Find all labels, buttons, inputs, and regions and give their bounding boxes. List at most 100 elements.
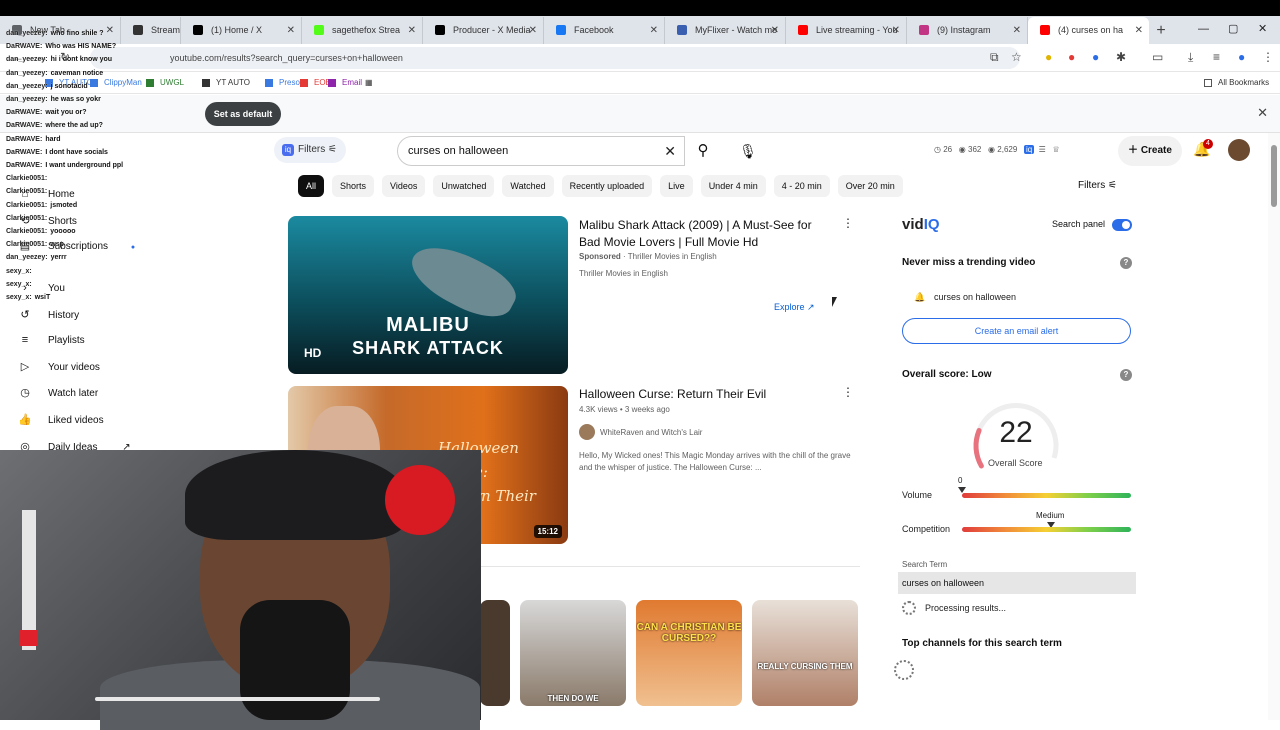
chip-recently-uploaded[interactable]: Recently uploaded: [561, 175, 653, 197]
sidebar-item-history[interactable]: ↺ History: [18, 308, 79, 321]
address-bar[interactable]: youtube.com/results?search_query=curses+…: [90, 47, 1020, 69]
tab-4[interactable]: Producer - X Media ✕: [423, 17, 544, 44]
search-icon[interactable]: ⚲: [685, 136, 721, 166]
close-icon[interactable]: ✕: [771, 17, 779, 44]
chip-videos[interactable]: Videos: [382, 175, 426, 197]
back-icon[interactable]: ←: [12, 50, 24, 64]
video-title[interactable]: Malibu Shark Attack (2009) | A Must-See …: [579, 217, 812, 251]
close-icon[interactable]: ✕: [287, 17, 295, 44]
trophy-icon[interactable]: ♕: [1053, 145, 1060, 154]
short-thumbnail[interactable]: REALLY CURSING THEM: [752, 600, 858, 706]
sidebar-item-home[interactable]: ⌂ Home: [18, 188, 75, 200]
clock-icon: ◷: [20, 387, 30, 399]
microphone-icon[interactable]: 🎙: [735, 138, 761, 164]
bookmark-item[interactable]: Preso: [265, 78, 300, 87]
more-options-icon[interactable]: ⋮: [842, 216, 854, 230]
create-email-alert-button[interactable]: Create an email alert: [902, 318, 1131, 344]
bookmark-star-icon[interactable]: ☆: [1011, 50, 1022, 64]
search-input[interactable]: curses on halloween ✕: [397, 136, 685, 166]
bookmark-item[interactable]: YT AUTO: [45, 78, 93, 87]
scrollbar-thumb[interactable]: [1271, 145, 1277, 207]
extensions-puzzle-icon[interactable]: ✱: [1116, 50, 1126, 64]
chip-over-20-min[interactable]: Over 20 min: [837, 175, 903, 197]
close-icon[interactable]: ✕: [1257, 105, 1268, 121]
tab-5[interactable]: Facebook ✕: [544, 17, 665, 44]
tab-0[interactable]: New Tab ✕: [0, 17, 121, 44]
explore-button[interactable]: Explore ↗: [774, 302, 815, 313]
channel-name[interactable]: Thriller Movies in English: [579, 269, 668, 278]
close-icon[interactable]: ✕: [106, 17, 114, 44]
forward-icon[interactable]: →: [36, 50, 48, 64]
tab-7[interactable]: Live streaming - You ✕: [786, 17, 907, 44]
filters-button[interactable]: Filters ⚟: [1078, 180, 1117, 191]
set-as-default-button[interactable]: Set as default: [205, 102, 281, 126]
vidiq-icon[interactable]: iq: [1023, 145, 1035, 154]
close-icon[interactable]: ✕: [892, 17, 900, 44]
video-thumbnail[interactable]: MALIBU SHARK ATTACK HD: [288, 216, 568, 374]
sidebar-item-shorts[interactable]: ⟲ Shorts: [18, 214, 77, 227]
chip-all[interactable]: All: [298, 175, 325, 197]
tab-3[interactable]: sagethefox Strea ✕: [302, 17, 423, 44]
list-icon[interactable]: ☰: [1039, 145, 1046, 154]
close-window-icon[interactable]: ✕: [1258, 16, 1267, 43]
close-icon[interactable]: ✕: [408, 17, 416, 44]
chip-watched[interactable]: Watched: [502, 175, 554, 197]
minimize-icon[interactable]: —: [1198, 16, 1209, 43]
clear-search-icon[interactable]: ✕: [664, 137, 676, 165]
short-thumbnail[interactable]: CAN A CHRISTIAN BE CURSED??: [636, 600, 742, 706]
chip-live[interactable]: Live: [660, 175, 693, 197]
sidebar-item-watch-later[interactable]: ◷ Watch later: [18, 386, 98, 399]
side-panel-icon[interactable]: ▭: [1152, 50, 1163, 64]
help-icon[interactable]: ?: [1120, 369, 1132, 381]
download-icon[interactable]: ⤓: [1188, 50, 1193, 65]
close-icon[interactable]: ✕: [650, 17, 658, 44]
bookmark-item[interactable]: ClippyMan: [90, 78, 142, 87]
help-icon[interactable]: ?: [1120, 257, 1132, 269]
create-button[interactable]: ＋ Create: [1118, 136, 1182, 166]
tab-8[interactable]: (9) Instagram ✕: [907, 17, 1028, 44]
extension-icon[interactable]: ●: [1092, 50, 1099, 64]
bookmark-item[interactable]: UWGL: [146, 78, 184, 87]
sidebar-item-your-videos[interactable]: ▷ Your videos: [18, 360, 100, 373]
close-icon[interactable]: ✕: [1135, 17, 1143, 44]
chip-4-20-min[interactable]: 4 - 20 min: [773, 175, 830, 197]
bookmark-item[interactable]: Email: [328, 78, 362, 87]
all-bookmarks[interactable]: All Bookmarks: [1204, 78, 1269, 87]
maximize-icon[interactable]: ▢: [1228, 16, 1238, 43]
reload-icon[interactable]: ↻: [60, 50, 70, 64]
short-thumbnail[interactable]: THEN DO WE: [520, 600, 626, 706]
install-app-icon[interactable]: ⧉: [990, 50, 999, 65]
extension-icon[interactable]: ●: [1068, 50, 1075, 64]
new-tab-button[interactable]: +: [1149, 17, 1173, 44]
channel-name[interactable]: WhiteRaven and Witch's Lair: [600, 428, 702, 437]
tab-2[interactable]: (1) Home / X ✕: [181, 17, 302, 44]
search-panel-toggle[interactable]: [1112, 219, 1132, 231]
channel-avatar[interactable]: [579, 424, 595, 440]
short-thumbnail[interactable]: [480, 600, 510, 706]
apps-grid-icon[interactable]: ▦: [365, 78, 373, 87]
scrollbar[interactable]: [1268, 133, 1280, 720]
channel-name[interactable]: Thriller Movies in English: [628, 252, 717, 261]
chip-under-4-min[interactable]: Under 4 min: [700, 175, 766, 197]
sidebar-item-liked-videos[interactable]: 👍 Liked videos: [18, 413, 103, 426]
tab-9[interactable]: (4) curses on ha ✕: [1028, 17, 1149, 44]
avatar[interactable]: [1228, 139, 1250, 161]
tab-1[interactable]: Stream: [121, 17, 181, 44]
tab-6[interactable]: MyFlixer - Watch mo ✕: [665, 17, 786, 44]
extension-icon[interactable]: ●: [1045, 50, 1052, 64]
menu-icon[interactable]: ⋮: [1262, 50, 1274, 64]
close-icon[interactable]: ✕: [529, 17, 537, 44]
more-options-icon[interactable]: ⋮: [842, 385, 854, 399]
sidebar-item-playlists[interactable]: ≡ Playlists: [18, 334, 85, 346]
chip-shorts[interactable]: Shorts: [332, 175, 375, 197]
bookmark-item[interactable]: EOB: [300, 78, 331, 87]
vidiq-filters-button[interactable]: iq Filters ⚟: [274, 137, 346, 163]
profile-icon[interactable]: ●: [1238, 50, 1245, 64]
close-icon[interactable]: ✕: [1013, 17, 1021, 44]
chip-unwatched[interactable]: Unwatched: [433, 175, 495, 197]
sidebar-item-subscriptions[interactable]: ▤ Subscriptions ●: [18, 239, 135, 252]
bookmark-item[interactable]: YT AUTO: [202, 78, 250, 87]
sidebar-item-you[interactable]: › You: [18, 282, 65, 294]
media-controls-icon[interactable]: ≡: [1213, 50, 1220, 64]
video-title[interactable]: Halloween Curse: Return Their Evil: [579, 386, 766, 403]
